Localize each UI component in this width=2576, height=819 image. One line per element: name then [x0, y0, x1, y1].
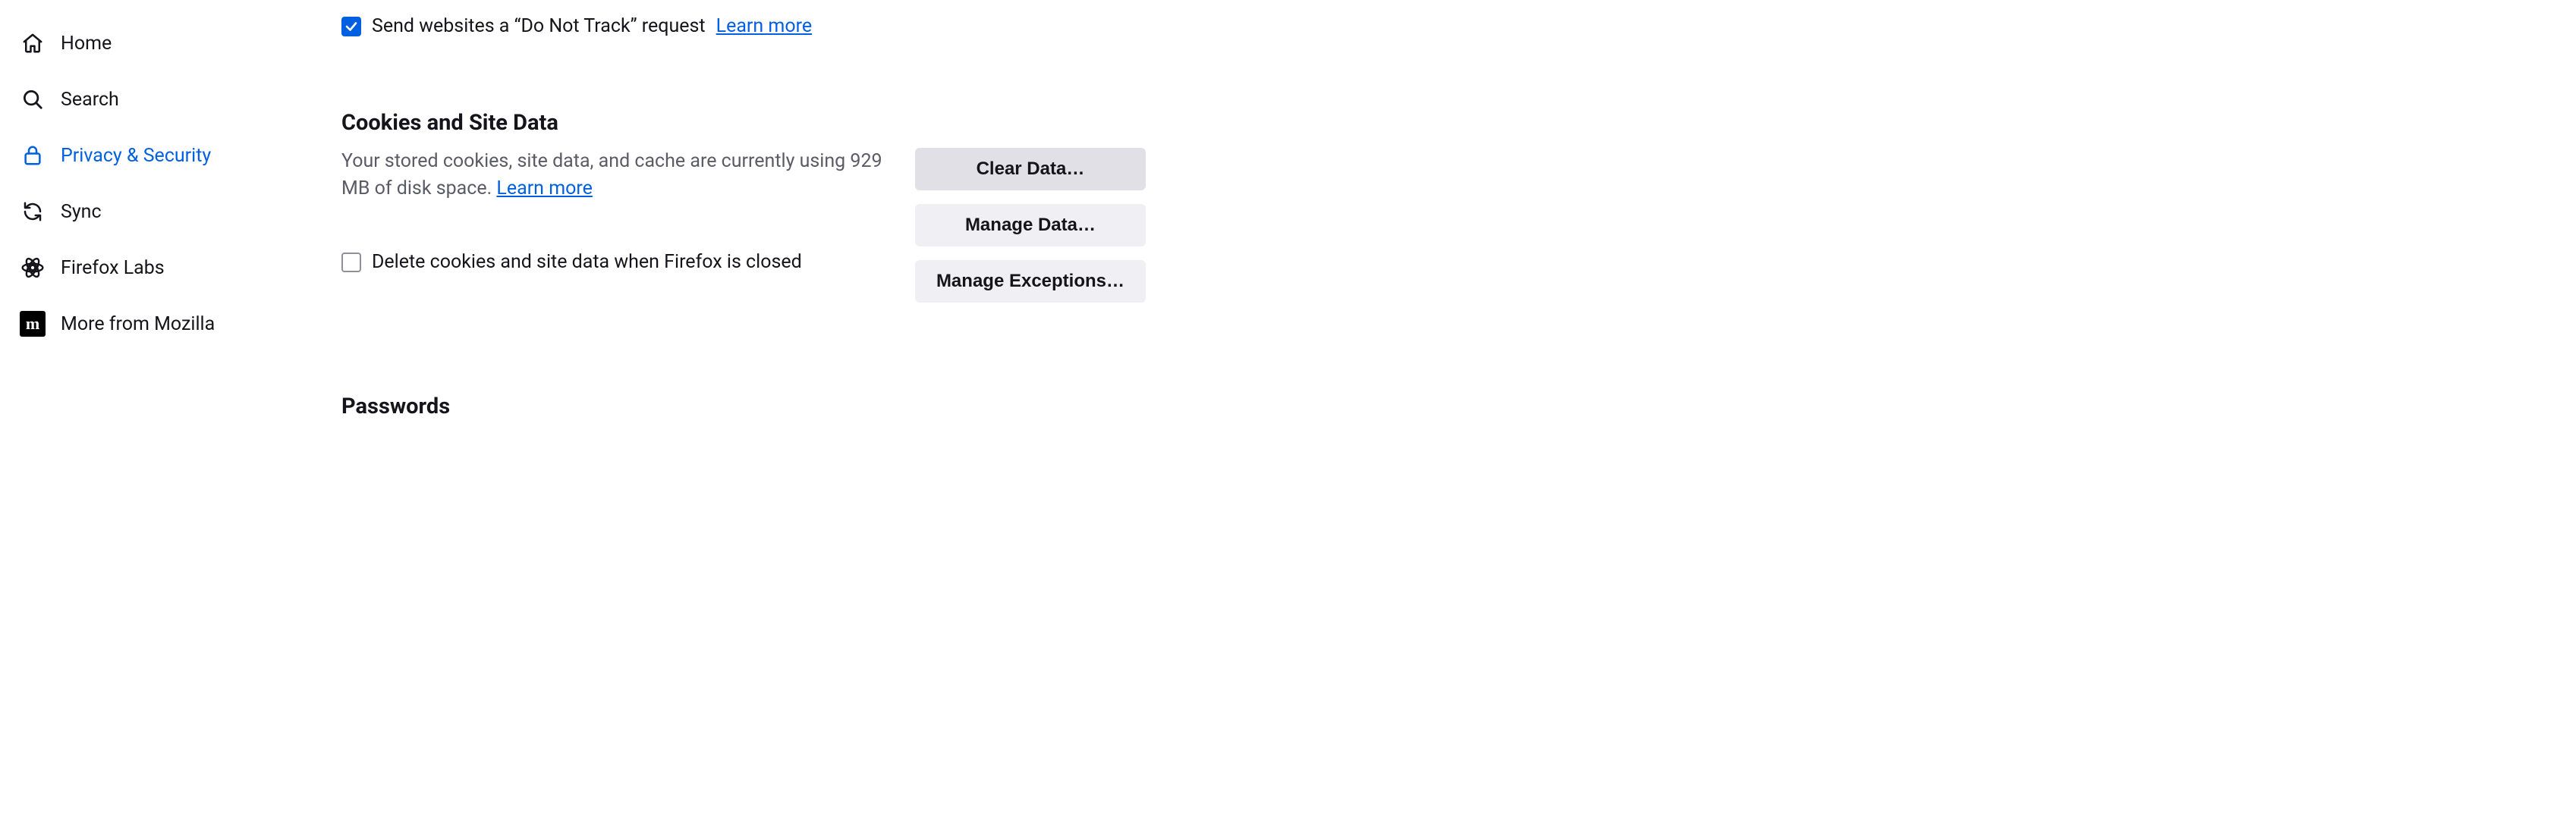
search-icon [20, 86, 46, 112]
sidebar-item-more-mozilla[interactable]: m More from Mozilla [15, 296, 326, 352]
delete-on-close-checkbox[interactable] [341, 253, 361, 272]
cookies-description: Your stored cookies, site data, and cach… [341, 148, 885, 276]
cookies-desc-suffix: of disk space. [370, 177, 496, 199]
do-not-track-learn-more-link[interactable]: Learn more [716, 15, 812, 37]
do-not-track-label: Send websites a “Do Not Track” request [372, 15, 706, 37]
do-not-track-row: Send websites a “Do Not Track” request L… [341, 15, 1146, 37]
delete-on-close-label: Delete cookies and site data when Firefo… [372, 249, 802, 276]
home-icon [20, 30, 46, 56]
do-not-track-checkbox[interactable] [341, 17, 361, 36]
lock-icon [20, 143, 46, 168]
sync-icon [20, 199, 46, 224]
sidebar-item-label: Home [61, 33, 112, 55]
delete-on-close-row: Delete cookies and site data when Firefo… [341, 249, 885, 276]
settings-sidebar: Home Search Privacy & Security Sync Fire [0, 0, 326, 819]
mozilla-icon: m [20, 311, 46, 337]
manage-exceptions-button[interactable]: Manage Exceptions… [915, 260, 1146, 303]
sidebar-item-label: Privacy & Security [61, 145, 211, 167]
sidebar-item-label: Firefox Labs [61, 257, 165, 279]
sidebar-item-sync[interactable]: Sync [15, 184, 326, 240]
sidebar-item-label: More from Mozilla [61, 313, 215, 335]
clear-data-button[interactable]: Clear Data… [915, 148, 1146, 190]
labs-icon [20, 255, 46, 281]
manage-data-button[interactable]: Manage Data… [915, 204, 1146, 246]
cookies-desc-prefix: Your stored cookies, site data, and cach… [341, 150, 850, 172]
sidebar-item-firefox-labs[interactable]: Firefox Labs [15, 240, 326, 296]
cookies-section: Your stored cookies, site data, and cach… [341, 148, 1146, 303]
sidebar-item-label: Search [61, 89, 119, 111]
cookies-heading: Cookies and Site Data [341, 110, 1146, 136]
passwords-heading: Passwords [341, 394, 1146, 419]
cookies-buttons: Clear Data… Manage Data… Manage Exceptio… [915, 148, 1146, 303]
sidebar-item-label: Sync [61, 201, 102, 223]
sidebar-item-home[interactable]: Home [15, 15, 326, 71]
cookies-learn-more-link[interactable]: Learn more [496, 177, 592, 199]
sidebar-item-privacy-security[interactable]: Privacy & Security [15, 127, 326, 184]
settings-main: Send websites a “Do Not Track” request L… [326, 0, 1176, 819]
sidebar-item-search[interactable]: Search [15, 71, 326, 127]
